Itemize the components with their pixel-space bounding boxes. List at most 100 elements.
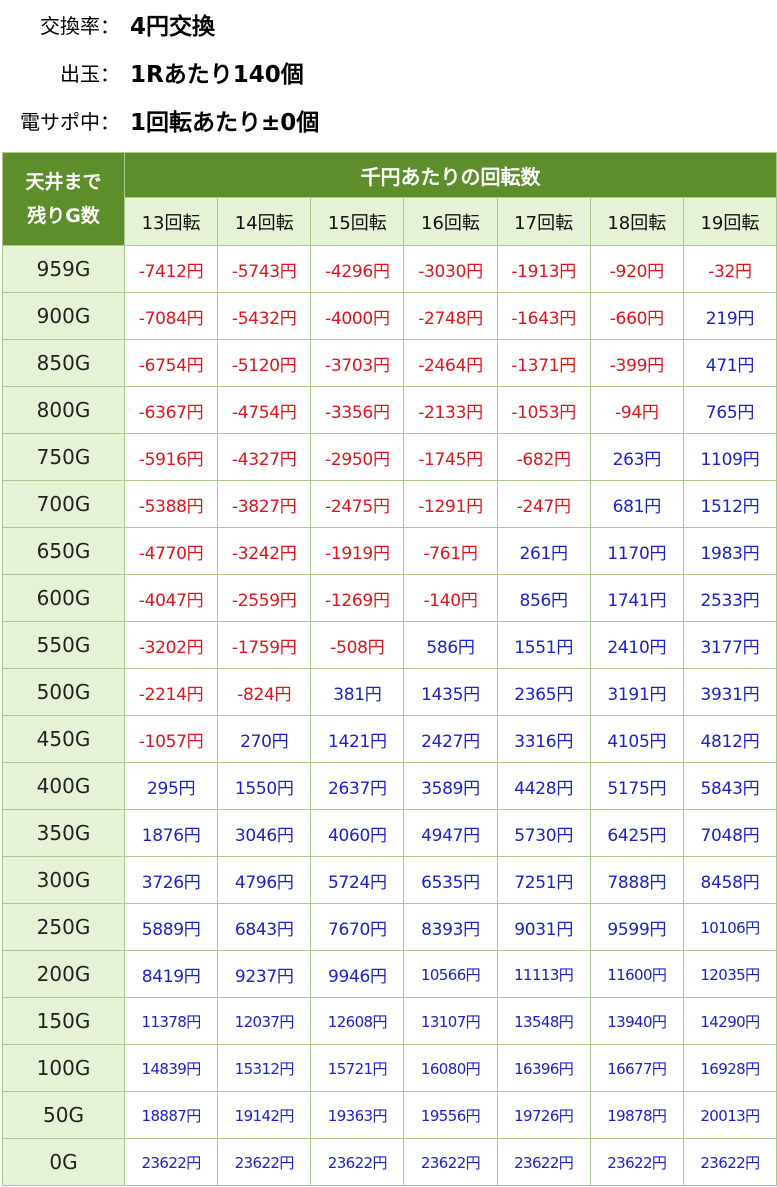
value-cell: 4428円 — [496, 762, 591, 810]
table-row: 650G -4770円 -3242円 -1919円 -761円 261円 1170円 1983… — [2, 527, 777, 575]
value-cell: 5724円 — [310, 856, 405, 904]
value-cell: 23622円 — [310, 1138, 405, 1186]
value-cell: 9946円 — [310, 950, 405, 998]
value-cell: -4000円 — [310, 292, 405, 340]
value-cell: 10566円 — [403, 950, 498, 998]
value-cell: 23622円 — [496, 1138, 591, 1186]
value-cell: -4770円 — [123, 527, 219, 575]
value-cell: 12037円 — [217, 997, 312, 1045]
value-cell: -1745円 — [403, 433, 498, 481]
value-cell: 5730円 — [496, 809, 591, 857]
value-cell: 381円 — [310, 668, 405, 716]
value-cell: 270円 — [217, 715, 312, 763]
value-cell: -399円 — [589, 339, 684, 387]
value-cell: 1876円 — [123, 809, 219, 857]
value-cell: 5843円 — [682, 762, 777, 810]
value-cell: -5916円 — [123, 433, 219, 481]
expected-value-table: 天井まで 残りG数 千円あたりの回転数 13回転 14回転 15回転 16回転 17回転… — [2, 151, 777, 1186]
value-cell: 19142円 — [217, 1091, 312, 1139]
remaining-games-header: 天井まで 残りG数 — [2, 152, 125, 246]
value-cell: -3242円 — [217, 527, 312, 575]
value-cell: -4754円 — [217, 386, 312, 434]
value-cell: 20013円 — [682, 1091, 777, 1139]
value-cell: 4060円 — [310, 809, 405, 857]
remaining-games-cell: 600G — [2, 574, 125, 622]
value-cell: 6535円 — [403, 856, 498, 904]
value-cell: -920円 — [589, 245, 684, 293]
value-cell: 19363円 — [310, 1091, 405, 1139]
value-cell: 1109円 — [682, 433, 777, 481]
value-cell: 2427円 — [403, 715, 498, 763]
value-cell: 1421円 — [310, 715, 405, 763]
value-cell: -3202円 — [123, 621, 219, 669]
value-cell: 1550円 — [217, 762, 312, 810]
value-cell: 19878円 — [589, 1091, 684, 1139]
value-cell: -32円 — [682, 245, 777, 293]
payout-value: 1Rあたり140個 — [130, 62, 304, 88]
value-cell: -2748円 — [403, 292, 498, 340]
value-cell: -5388円 — [123, 480, 219, 528]
value-cell: 19556円 — [403, 1091, 498, 1139]
value-cell: 1983円 — [682, 527, 777, 575]
value-cell: 1741円 — [589, 574, 684, 622]
remaining-games-cell: 100G — [2, 1044, 125, 1092]
value-cell: 4105円 — [589, 715, 684, 763]
table-row: 959G -7412円 -5743円 -4296円 -3030円 -1913円 -920円 -… — [2, 245, 777, 293]
value-cell: -6754円 — [123, 339, 219, 387]
column-header: 13回転 — [123, 197, 219, 246]
value-cell: -3030円 — [403, 245, 498, 293]
value-cell: -1913円 — [496, 245, 591, 293]
table-row: 50G 18887円 19142円 19363円 19556円 19726円 19878円 2… — [2, 1091, 777, 1139]
value-cell: 16080円 — [403, 1044, 498, 1092]
table-row: 200G 8419円 9237円 9946円 10566円 11113円 11600円 120… — [2, 950, 777, 998]
value-cell: 7670円 — [310, 903, 405, 951]
remaining-games-cell: 450G — [2, 715, 125, 763]
value-cell: 586円 — [403, 621, 498, 669]
value-cell: 3726円 — [123, 856, 219, 904]
remaining-games-cell: 800G — [2, 386, 125, 434]
value-cell: -3827円 — [217, 480, 312, 528]
column-header: 19回転 — [682, 197, 777, 246]
value-cell: -1643円 — [496, 292, 591, 340]
value-cell: 11600円 — [589, 950, 684, 998]
value-cell: 12608円 — [310, 997, 405, 1045]
value-cell: -3356円 — [310, 386, 405, 434]
value-cell: 3316円 — [496, 715, 591, 763]
payout-label: 出玉： — [60, 61, 120, 86]
value-cell: -1371円 — [496, 339, 591, 387]
corner-label-line-1: 天井まで — [25, 171, 102, 193]
exchange-rate-row: 交換率： 4円交換 — [0, 4, 777, 44]
table-row: 800G -6367円 -4754円 -3356円 -2133円 -1053円 -94円 76… — [2, 386, 777, 434]
value-cell: -247円 — [496, 480, 591, 528]
value-cell: 2365円 — [496, 668, 591, 716]
value-cell: 9031円 — [496, 903, 591, 951]
value-cell: 2533円 — [682, 574, 777, 622]
corner-label-line-2: 残りG数 — [27, 205, 100, 227]
value-cell: 16677円 — [589, 1044, 684, 1092]
remaining-games-cell: 200G — [2, 950, 125, 998]
exchange-rate-value: 4円交換 — [130, 14, 216, 40]
remaining-games-cell: 350G — [2, 809, 125, 857]
value-cell: 6425円 — [589, 809, 684, 857]
value-cell: -1919円 — [310, 527, 405, 575]
value-cell: -5120円 — [217, 339, 312, 387]
value-cell: -5743円 — [217, 245, 312, 293]
value-cell: 1435円 — [403, 668, 498, 716]
remaining-games-cell: 400G — [2, 762, 125, 810]
column-header: 18回転 — [589, 197, 684, 246]
value-cell: 16396円 — [496, 1044, 591, 1092]
column-header: 16回転 — [403, 197, 498, 246]
exchange-rate-label: 交換率： — [40, 13, 120, 38]
value-cell: 15721円 — [310, 1044, 405, 1092]
value-cell: -2475円 — [310, 480, 405, 528]
table-body: 959G -7412円 -5743円 -4296円 -3030円 -1913円 -920円 -… — [2, 245, 777, 1186]
remaining-games-cell: 150G — [2, 997, 125, 1045]
remaining-games-cell: 50G — [2, 1091, 125, 1139]
value-cell: 263円 — [589, 433, 684, 481]
table-row: 250G 5889円 6843円 7670円 8393円 9031円 9599円 10106円 — [2, 903, 777, 951]
value-cell: 13940円 — [589, 997, 684, 1045]
value-cell: 23622円 — [217, 1138, 312, 1186]
table-row: 900G -7084円 -5432円 -4000円 -2748円 -1643円 -660円 2… — [2, 292, 777, 340]
value-cell: 5889円 — [123, 903, 219, 951]
value-cell: -4047円 — [123, 574, 219, 622]
